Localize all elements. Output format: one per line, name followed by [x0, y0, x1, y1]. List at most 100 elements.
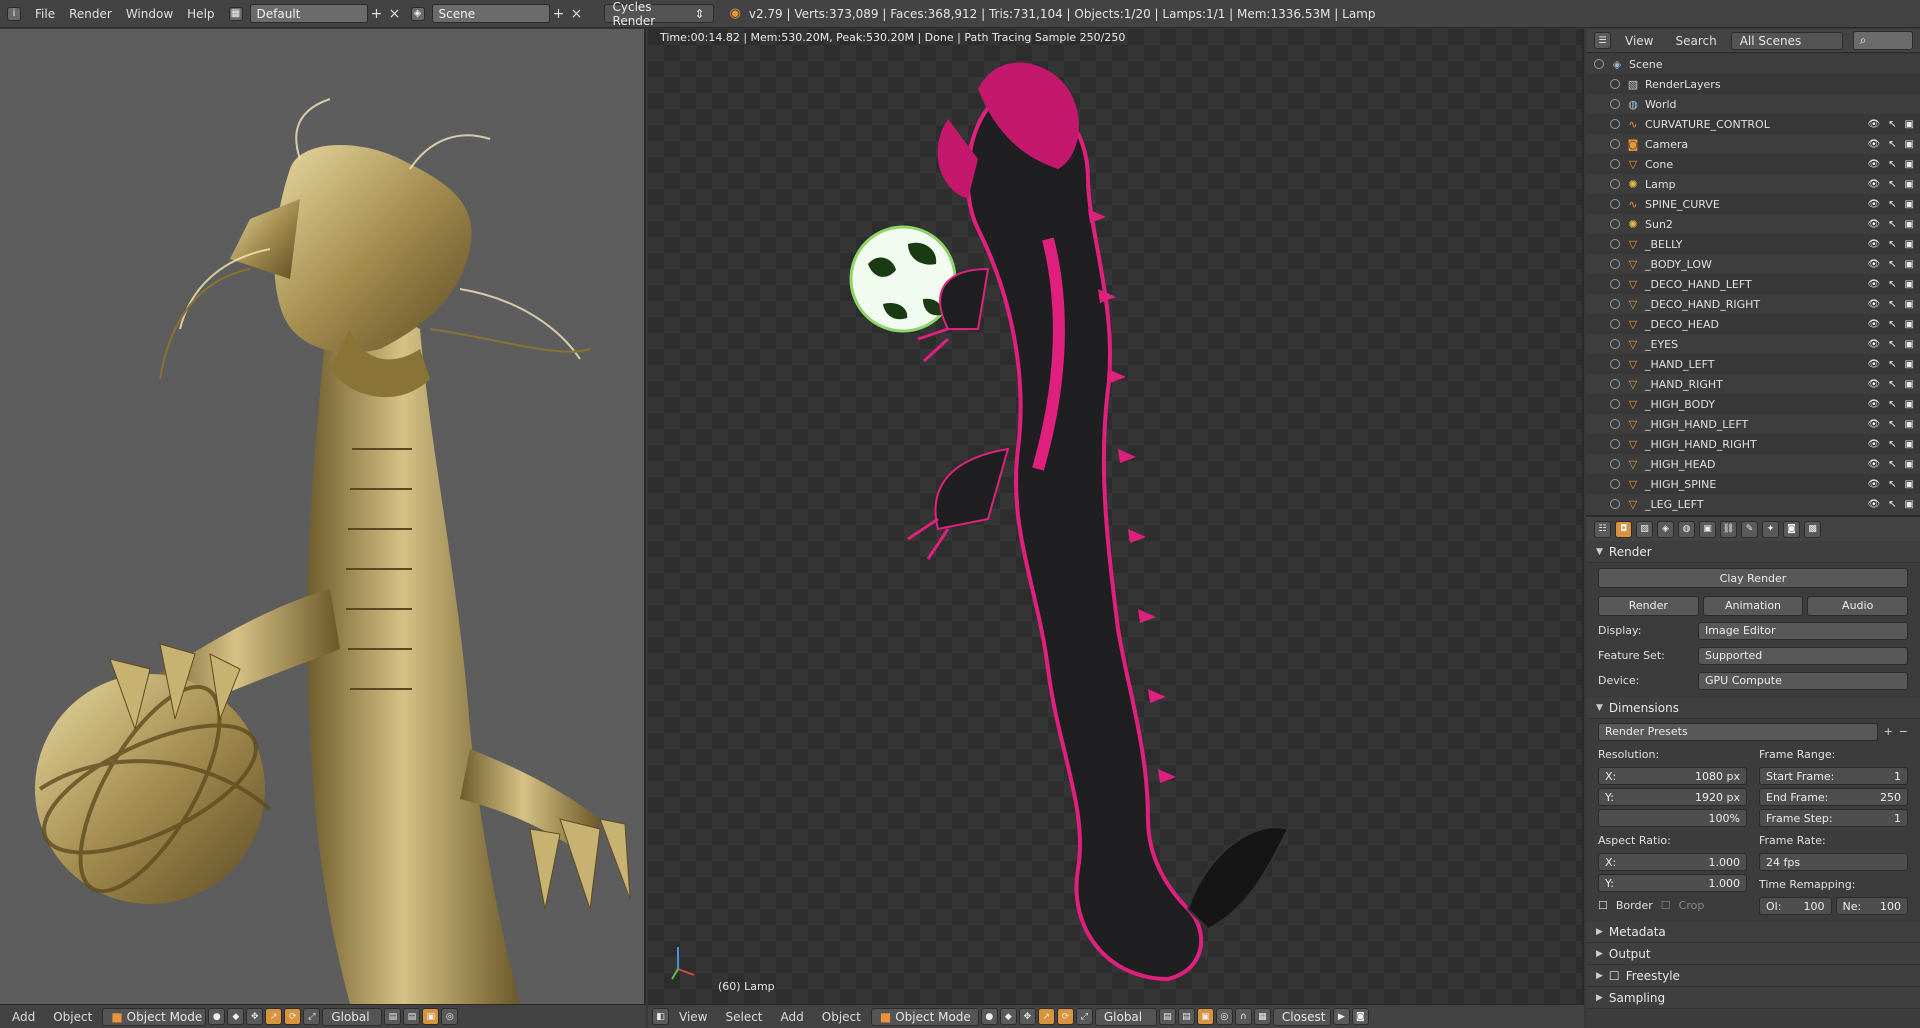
cursor-select-icon[interactable]: ↖: [1888, 339, 1896, 350]
outliner-row[interactable]: ▽ _HAND_RIGHT 👁 ↖ ▣: [1586, 374, 1920, 394]
center-menu-add[interactable]: Add: [773, 1010, 812, 1024]
data-tab-icon[interactable]: ✦: [1762, 520, 1779, 538]
render-tab-icon[interactable]: ◘: [1615, 520, 1632, 538]
constraints-tab-icon[interactable]: ⛓: [1720, 520, 1737, 538]
rotate-icon[interactable]: ⟳: [1056, 1008, 1074, 1025]
clay-render-button[interactable]: Clay Render: [1598, 568, 1908, 588]
expand-toggle-icon[interactable]: [1610, 399, 1620, 409]
cursor-select-icon[interactable]: ↖: [1888, 119, 1896, 130]
cursor-select-icon[interactable]: ↖: [1888, 359, 1896, 370]
eye-icon[interactable]: 👁: [1867, 299, 1880, 310]
outliner-row[interactable]: ▽ _DECO_HAND_LEFT 👁 ↖ ▣: [1586, 274, 1920, 294]
editor-type-button[interactable]: i: [0, 3, 28, 25]
expand-toggle-icon[interactable]: [1610, 439, 1620, 449]
freestyle-checkbox[interactable]: ☐: [1609, 969, 1620, 983]
camera-render-toggle-icon[interactable]: ▣: [1905, 159, 1914, 170]
resolution-x-field[interactable]: X: 1080 px: [1598, 767, 1747, 785]
expand-toggle-icon[interactable]: [1610, 279, 1620, 289]
world-tab-icon[interactable]: ◍: [1678, 520, 1695, 538]
outliner-row[interactable]: ◈ Scene: [1586, 54, 1920, 74]
camera-render-toggle-icon[interactable]: ▣: [1905, 479, 1914, 490]
cursor-select-icon[interactable]: ↖: [1888, 159, 1896, 170]
object-tab-icon[interactable]: ▣: [1699, 520, 1716, 538]
translate-icon[interactable]: ↗: [1037, 1008, 1055, 1025]
cursor-select-icon[interactable]: ↖: [1888, 479, 1896, 490]
freestyle-panel-header[interactable]: ▶ ☐ Freestyle: [1586, 965, 1920, 987]
frame-rate-select[interactable]: 24 fps: [1759, 853, 1908, 871]
camera-render-toggle-icon[interactable]: ▣: [1905, 439, 1914, 450]
proportional-edit-icon[interactable]: ◎: [1215, 1008, 1233, 1025]
camera-render-toggle-icon[interactable]: ▣: [1905, 179, 1914, 190]
eye-icon[interactable]: 👁: [1867, 279, 1880, 290]
scene-tab-icon[interactable]: ◈: [1657, 520, 1674, 538]
outliner-menu-search[interactable]: Search: [1667, 34, 1724, 48]
render-presets-select[interactable]: Render Presets: [1598, 722, 1878, 741]
add-preset-icon[interactable]: +: [1884, 725, 1893, 738]
left-orientation-select[interactable]: Global: [322, 1007, 383, 1026]
camera-render-toggle-icon[interactable]: ▣: [1905, 319, 1914, 330]
lock-layers-icon[interactable]: ▣: [1196, 1008, 1214, 1025]
expand-toggle-icon[interactable]: [1610, 339, 1620, 349]
scene-selector-button[interactable]: ◈: [404, 3, 432, 25]
snap-target-select[interactable]: Closest: [1272, 1007, 1331, 1026]
outliner-row[interactable]: ▽ _DECO_HEAD 👁 ↖ ▣: [1586, 314, 1920, 334]
render-preview-icon[interactable]: ▶: [1332, 1008, 1350, 1025]
layers-2-icon[interactable]: ▤: [1177, 1008, 1195, 1025]
expand-toggle-icon[interactable]: [1610, 179, 1620, 189]
left-menu-add[interactable]: Add: [4, 1010, 43, 1024]
expand-toggle-icon[interactable]: [1610, 99, 1620, 109]
scene-field[interactable]: Scene: [431, 4, 550, 23]
expand-toggle-icon[interactable]: [1610, 359, 1620, 369]
pivot-point-icon[interactable]: ◆: [999, 1008, 1017, 1025]
display-select[interactable]: Image Editor: [1698, 621, 1908, 640]
cursor-select-icon[interactable]: ↖: [1888, 499, 1896, 510]
eye-icon[interactable]: 👁: [1867, 499, 1880, 510]
center-menu-select[interactable]: Select: [717, 1010, 770, 1024]
menu-render[interactable]: Render: [62, 3, 119, 25]
eye-icon[interactable]: 👁: [1867, 339, 1880, 350]
layers-icon[interactable]: ▤: [1158, 1008, 1176, 1025]
device-select[interactable]: GPU Compute: [1698, 671, 1908, 690]
outliner-row[interactable]: ▽ Cone 👁 ↖ ▣: [1586, 154, 1920, 174]
eye-icon[interactable]: 👁: [1867, 479, 1880, 490]
solid-viewport[interactable]: [0, 29, 646, 1004]
expand-toggle-icon[interactable]: [1610, 239, 1620, 249]
camera-render-toggle-icon[interactable]: ▣: [1905, 259, 1914, 270]
remove-scene-button[interactable]: ×: [568, 5, 586, 23]
outliner-search-input[interactable]: ⌕: [1852, 31, 1913, 50]
cursor-select-icon[interactable]: ↖: [1888, 139, 1896, 150]
magnet-snap-icon[interactable]: ∩: [1234, 1008, 1252, 1025]
translate-manipulator-icon[interactable]: ↗: [265, 1008, 283, 1025]
manipulator-toggle-icon[interactable]: ✥: [246, 1008, 264, 1025]
remove-preset-icon[interactable]: −: [1899, 725, 1908, 738]
camera-render-toggle-icon[interactable]: ▣: [1905, 499, 1914, 510]
cursor-select-icon[interactable]: ↖: [1888, 399, 1896, 410]
add-layout-button[interactable]: +: [368, 5, 386, 23]
add-scene-button[interactable]: +: [550, 5, 568, 23]
camera-render-toggle-icon[interactable]: ▣: [1905, 279, 1914, 290]
crop-checkbox[interactable]: ☐: [1661, 899, 1671, 912]
render-button[interactable]: Render: [1598, 595, 1699, 616]
camera-render-toggle-icon[interactable]: ▣: [1905, 419, 1914, 430]
eye-icon[interactable]: 👁: [1867, 219, 1880, 230]
outliner-row[interactable]: ▽ _LEG_LEFT 👁 ↖ ▣: [1586, 494, 1920, 514]
cursor-select-icon[interactable]: ↖: [1888, 299, 1896, 310]
camera-render-toggle-icon[interactable]: ▣: [1905, 119, 1914, 130]
cursor-select-icon[interactable]: ↖: [1888, 259, 1896, 270]
expand-toggle-icon[interactable]: [1594, 59, 1604, 69]
eye-icon[interactable]: 👁: [1867, 319, 1880, 330]
output-panel-header[interactable]: ▶ Output: [1586, 943, 1920, 965]
center-menu-view[interactable]: View: [671, 1010, 715, 1024]
outliner-row[interactable]: ▧ RenderLayers: [1586, 74, 1920, 94]
center-orientation-select[interactable]: Global: [1094, 1007, 1157, 1026]
snap-element-icon[interactable]: ▦: [1253, 1008, 1271, 1025]
camera-render-toggle-icon[interactable]: ▣: [1905, 379, 1914, 390]
eye-icon[interactable]: 👁: [1867, 439, 1880, 450]
layer-buttons-icon[interactable]: ▤: [384, 1008, 402, 1025]
render-panel-header[interactable]: ▼ Render: [1586, 541, 1920, 563]
eye-icon[interactable]: 👁: [1867, 119, 1880, 130]
expand-toggle-icon[interactable]: [1610, 219, 1620, 229]
camera-render-toggle-icon[interactable]: ▣: [1905, 359, 1914, 370]
outliner-row[interactable]: ▽ _HIGH_HAND_RIGHT 👁 ↖ ▣: [1586, 434, 1920, 454]
eye-icon[interactable]: 👁: [1867, 179, 1880, 190]
